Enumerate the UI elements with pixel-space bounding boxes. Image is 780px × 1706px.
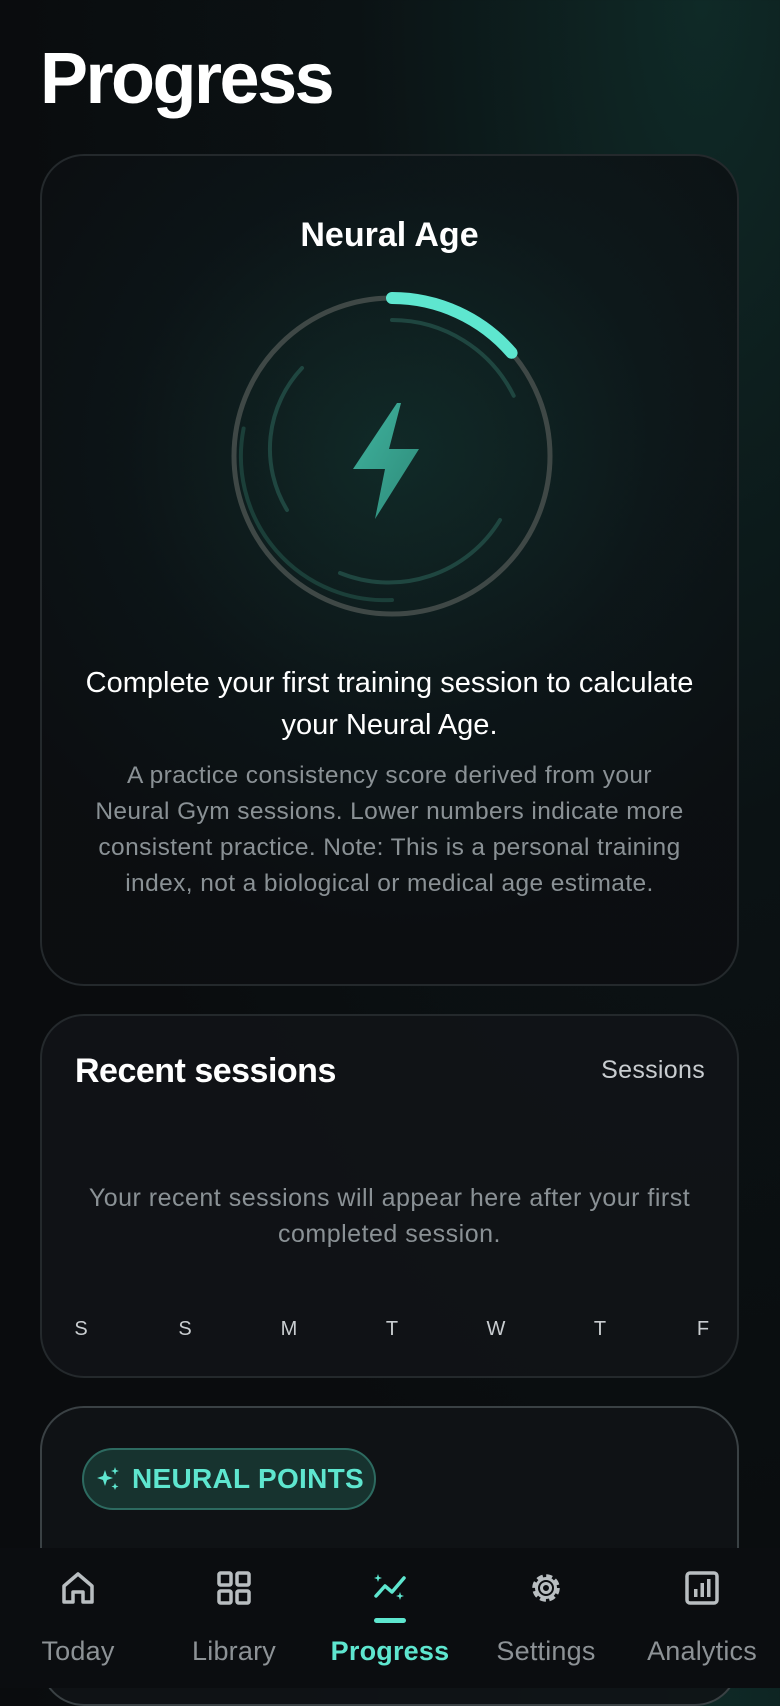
neural-age-title: Neural Age: [300, 216, 479, 254]
weekday-labels: S S M T W T F: [42, 1318, 737, 1348]
trend-icon: [374, 1574, 406, 1600]
ring-progress-arc: [386, 292, 518, 359]
recent-sessions-title: Recent sessions: [75, 1052, 336, 1090]
sparkles-icon: [96, 1467, 119, 1490]
day-label: F: [696, 1318, 710, 1340]
neural-age-headline: Complete your first training session to …: [85, 667, 694, 741]
nav-item-progress[interactable]: Progress: [312, 1548, 468, 1688]
grid-icon: [217, 1571, 251, 1605]
day-label: T: [593, 1318, 607, 1340]
day-label: M: [280, 1318, 298, 1340]
neural-points-label: NEURAL POINTS: [131, 1463, 365, 1494]
neural-points-badge: NEURAL POINTS: [82, 1448, 376, 1510]
nav-label-library: Library: [192, 1636, 276, 1666]
home-icon: [62, 1572, 94, 1604]
gear-icon: [532, 1574, 560, 1602]
neural-age-card: Neural Age Complete your first training …: [40, 154, 739, 986]
nav-label-analytics: Analytics: [647, 1636, 757, 1666]
day-label: S: [74, 1318, 88, 1340]
bottom-nav: Today Library Progress Settings Analytic…: [0, 1548, 780, 1688]
active-indicator: [374, 1618, 406, 1623]
nav-label-progress: Progress: [330, 1636, 450, 1666]
bar-chart-icon: [685, 1571, 719, 1605]
neural-age-description: A practice consistency score derived fro…: [95, 762, 684, 897]
day-label: W: [486, 1318, 506, 1340]
nav-label-today: Today: [41, 1636, 115, 1666]
sessions-link[interactable]: Sessions: [601, 1056, 705, 1085]
nav-label-settings: Settings: [496, 1636, 596, 1666]
nav-item-settings[interactable]: Settings: [468, 1548, 624, 1688]
page-title: Progress: [40, 39, 335, 119]
sessions-empty-message: Your recent sessions will appear here af…: [88, 1184, 691, 1248]
recent-sessions-card: Recent sessions Sessions Your recent ses…: [40, 1014, 739, 1378]
day-label: T: [385, 1318, 399, 1340]
nav-item-analytics[interactable]: Analytics: [624, 1548, 780, 1688]
day-label: S: [178, 1318, 192, 1340]
lightning-bolt-icon: [353, 403, 419, 519]
nav-item-today[interactable]: Today: [0, 1548, 156, 1688]
nav-item-library[interactable]: Library: [156, 1548, 312, 1688]
